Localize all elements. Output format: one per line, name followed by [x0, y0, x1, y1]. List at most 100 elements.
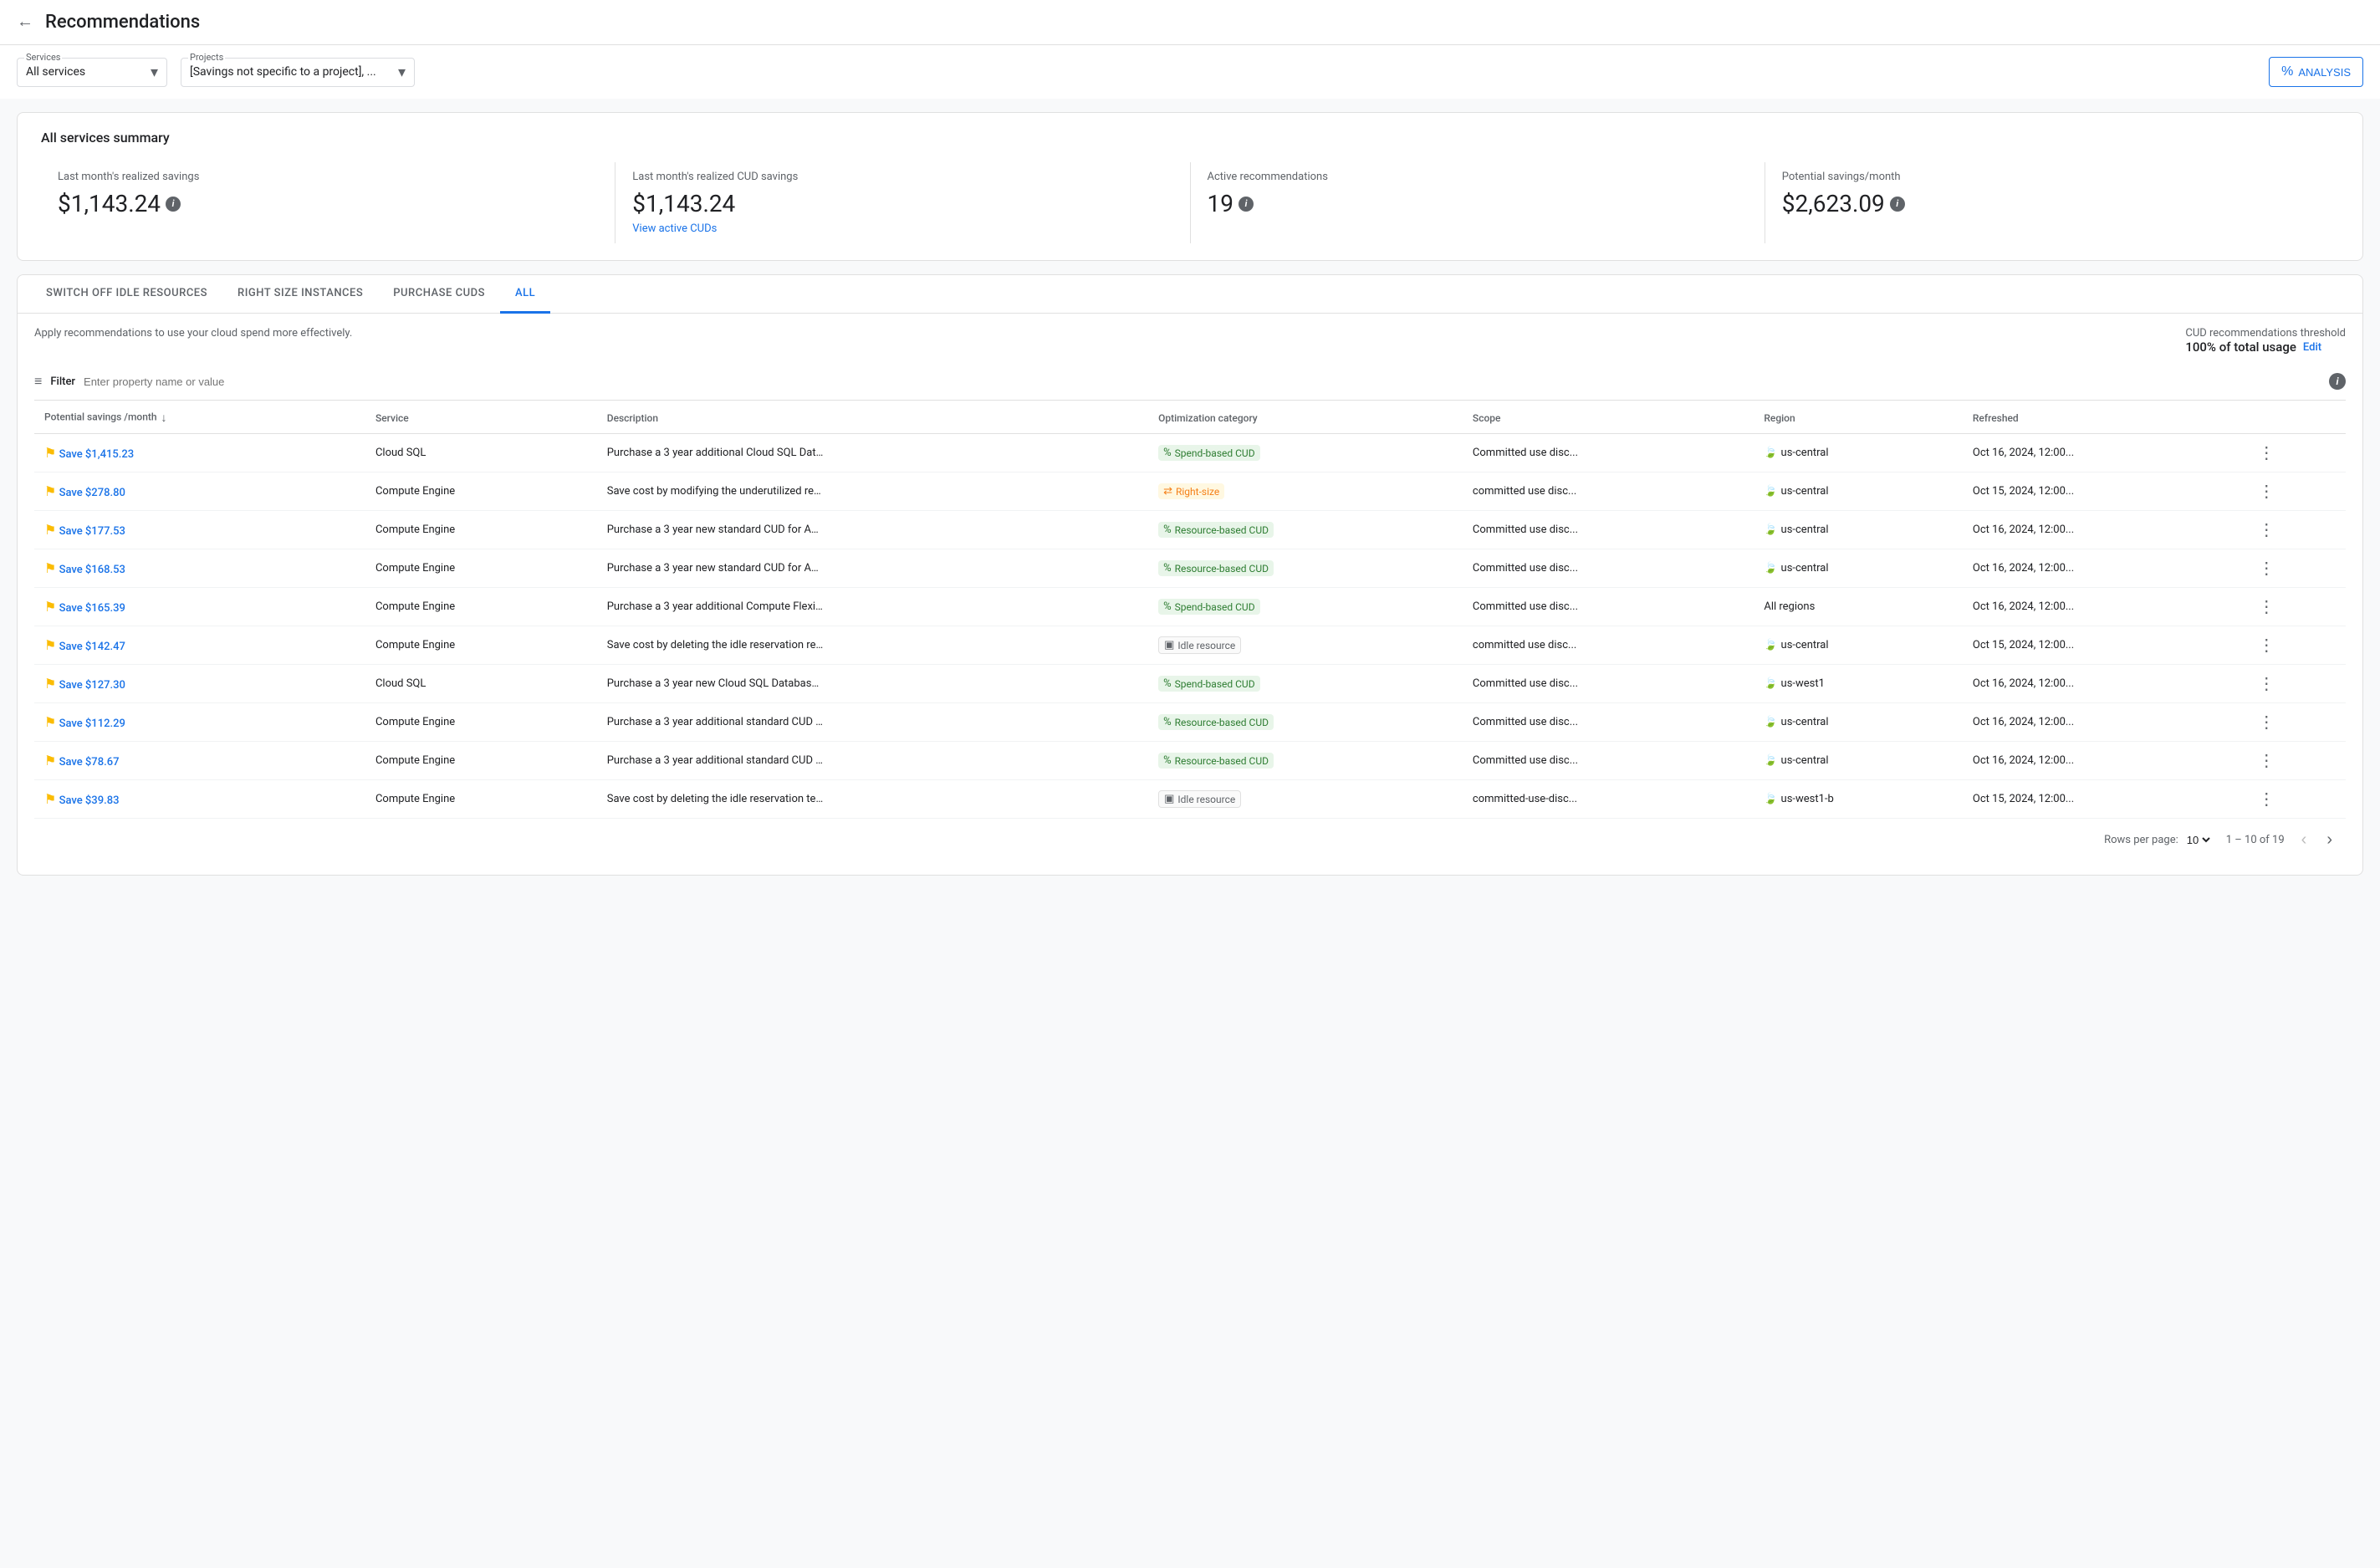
- realized-savings-info-icon[interactable]: i: [166, 197, 181, 212]
- col-header-service: Service: [365, 402, 597, 434]
- projects-value-row[interactable]: [Savings not specific to a project], ...…: [190, 64, 406, 81]
- region-value: us-central: [1781, 639, 1829, 651]
- savings-link[interactable]: Save $142.47: [59, 641, 125, 653]
- tab-all[interactable]: ALL: [500, 275, 550, 314]
- savings-link[interactable]: Save $1,415.23: [59, 448, 135, 461]
- summary-card-cud-savings: Last month's realized CUD savings $1,143…: [615, 162, 1190, 243]
- more-button[interactable]: ⋮: [2255, 596, 2278, 617]
- more-button[interactable]: ⋮: [2255, 519, 2278, 540]
- savings-link[interactable]: Save $39.83: [59, 794, 120, 807]
- cell-refreshed: Oct 16, 2024, 12:00...: [1963, 588, 2245, 626]
- leaf-icon: 🍃: [1764, 447, 1777, 459]
- scope-value: Committed use disc...: [1473, 447, 1578, 459]
- optimization-icon: %: [1163, 677, 1172, 690]
- table-row: ⚑ Save $278.80 Compute Engine Save cost …: [34, 472, 2346, 511]
- more-button[interactable]: ⋮: [2255, 750, 2278, 771]
- region-value: us-central: [1781, 562, 1829, 575]
- page-prev-button[interactable]: ‹: [2298, 827, 2311, 853]
- cell-scope: committed use disc...: [1463, 626, 1754, 665]
- sort-icon[interactable]: ↓: [161, 411, 167, 425]
- leaf-icon: 🍃: [1764, 524, 1777, 536]
- potential-savings-label: Potential savings/month: [1782, 171, 2322, 183]
- cell-optimization: % Resource-based CUD: [1148, 742, 1463, 780]
- more-button[interactable]: ⋮: [2255, 481, 2278, 502]
- cell-scope: Committed use disc...: [1463, 511, 1754, 549]
- filter-input[interactable]: [84, 375, 2321, 388]
- cell-region: 🍃us-west1-b: [1754, 780, 1963, 819]
- flag-icon: ⚑: [44, 599, 56, 615]
- cell-optimization: % Spend-based CUD: [1148, 434, 1463, 472]
- savings-link[interactable]: Save $112.29: [59, 718, 125, 730]
- more-button[interactable]: ⋮: [2255, 558, 2278, 579]
- region-cell: 🍃us-central: [1764, 716, 1953, 728]
- cud-savings-label: Last month's realized CUD savings: [632, 171, 1172, 183]
- cell-flag: ⚑ Save $177.53: [34, 511, 365, 549]
- flag-icon: ⚑: [44, 714, 56, 730]
- cell-region: 🍃 us-central: [1754, 434, 1963, 472]
- cell-more: ⋮: [2245, 780, 2346, 819]
- leaf-icon: 🍃: [1764, 754, 1777, 767]
- potential-savings-value: $2,623.09 i: [1782, 190, 2322, 217]
- page-next-button[interactable]: ›: [2323, 827, 2336, 853]
- filter-icon: ≡: [34, 373, 42, 390]
- cell-more: ⋮: [2245, 434, 2346, 472]
- services-value-row[interactable]: All services ▾: [26, 64, 158, 81]
- flag-icon: ⚑: [44, 791, 56, 807]
- more-button[interactable]: ⋮: [2255, 442, 2278, 463]
- tab-purchase-cuds[interactable]: PURCHASE CUDS: [378, 275, 500, 314]
- savings-link[interactable]: Save $177.53: [59, 525, 125, 538]
- more-button[interactable]: ⋮: [2255, 673, 2278, 694]
- description-text: Save cost by modifying the underutilized…: [607, 485, 825, 498]
- summary-card-active-recs: Active recommendations 19 i: [1191, 162, 1765, 243]
- savings-link[interactable]: Save $165.39: [59, 602, 125, 615]
- cell-description: Save cost by deleting the idle reservati…: [597, 626, 1148, 665]
- tab-switch-off[interactable]: SWITCH OFF IDLE RESOURCES: [31, 275, 222, 314]
- recommendations-table: Potential savings /month ↓ Service Descr…: [34, 402, 2346, 819]
- savings-link[interactable]: Save $78.67: [59, 756, 120, 769]
- cell-optimization: % Resource-based CUD: [1148, 511, 1463, 549]
- optimization-badge: % Spend-based CUD: [1158, 599, 1260, 615]
- region-value: us-west1: [1781, 677, 1825, 690]
- region-cell: 🍃us-west1: [1764, 677, 1953, 690]
- savings-link[interactable]: Save $168.53: [59, 564, 125, 576]
- tab-right-size[interactable]: RIGHT SIZE INSTANCES: [222, 275, 378, 314]
- savings-link[interactable]: Save $127.30: [59, 679, 125, 692]
- projects-chevron-icon: ▾: [398, 64, 406, 81]
- rows-per-page-wrap: Rows per page: 10 25 50: [2104, 833, 2213, 847]
- summary-card-realized-savings: Last month's realized savings $1,143.24 …: [41, 162, 615, 243]
- projects-select[interactable]: Projects [Savings not specific to a proj…: [181, 58, 415, 87]
- cell-more: ⋮: [2245, 588, 2346, 626]
- scope-value: Committed use disc...: [1473, 677, 1578, 690]
- more-button[interactable]: ⋮: [2255, 712, 2278, 733]
- region-cell: 🍃us-west1-b: [1764, 793, 1953, 805]
- view-active-cuds-link[interactable]: View active CUDs: [632, 222, 1172, 235]
- more-button[interactable]: ⋮: [2255, 635, 2278, 656]
- region-cell: 🍃us-central: [1764, 639, 1953, 651]
- cell-more: ⋮: [2245, 472, 2346, 511]
- analysis-button[interactable]: % ANALYSIS: [2269, 57, 2363, 87]
- projects-value: [Savings not specific to a project], ...: [190, 65, 376, 79]
- description-text: Purchase a 3 year new standard CUD for A…: [607, 524, 825, 536]
- region-value: us-central: [1781, 447, 1829, 459]
- cud-threshold-edit-link[interactable]: Edit: [2303, 341, 2321, 354]
- cell-flag: ⚑ Save $165.39: [34, 588, 365, 626]
- rows-per-page-select[interactable]: 10 25 50: [2183, 833, 2213, 847]
- back-button[interactable]: ←: [17, 13, 33, 32]
- cell-scope: committed use disc...: [1463, 472, 1754, 511]
- description-text: Purchase a 3 year new standard CUD for A…: [607, 562, 825, 575]
- region-cell: 🍃us-central: [1764, 485, 1953, 498]
- services-select[interactable]: Services All services ▾: [17, 58, 167, 87]
- cell-refreshed: Oct 16, 2024, 12:00...: [1963, 665, 2245, 703]
- potential-savings-info-icon[interactable]: i: [1890, 197, 1905, 212]
- active-recs-info-icon[interactable]: i: [1239, 197, 1254, 212]
- cell-optimization: % Resource-based CUD: [1148, 703, 1463, 742]
- filter-help-icon[interactable]: i: [2329, 373, 2346, 390]
- more-button[interactable]: ⋮: [2255, 789, 2278, 810]
- table-row: ⚑ Save $112.29 Compute Engine Purchase a…: [34, 703, 2346, 742]
- cell-more: ⋮: [2245, 742, 2346, 780]
- description-text: Save cost by deleting the idle reservati…: [607, 793, 825, 805]
- savings-link[interactable]: Save $278.80: [59, 487, 125, 499]
- cell-refreshed: Oct 16, 2024, 12:00...: [1963, 742, 2245, 780]
- summary-section: All services summary Last month's realiz…: [17, 112, 2363, 261]
- cell-service: Compute Engine: [365, 780, 597, 819]
